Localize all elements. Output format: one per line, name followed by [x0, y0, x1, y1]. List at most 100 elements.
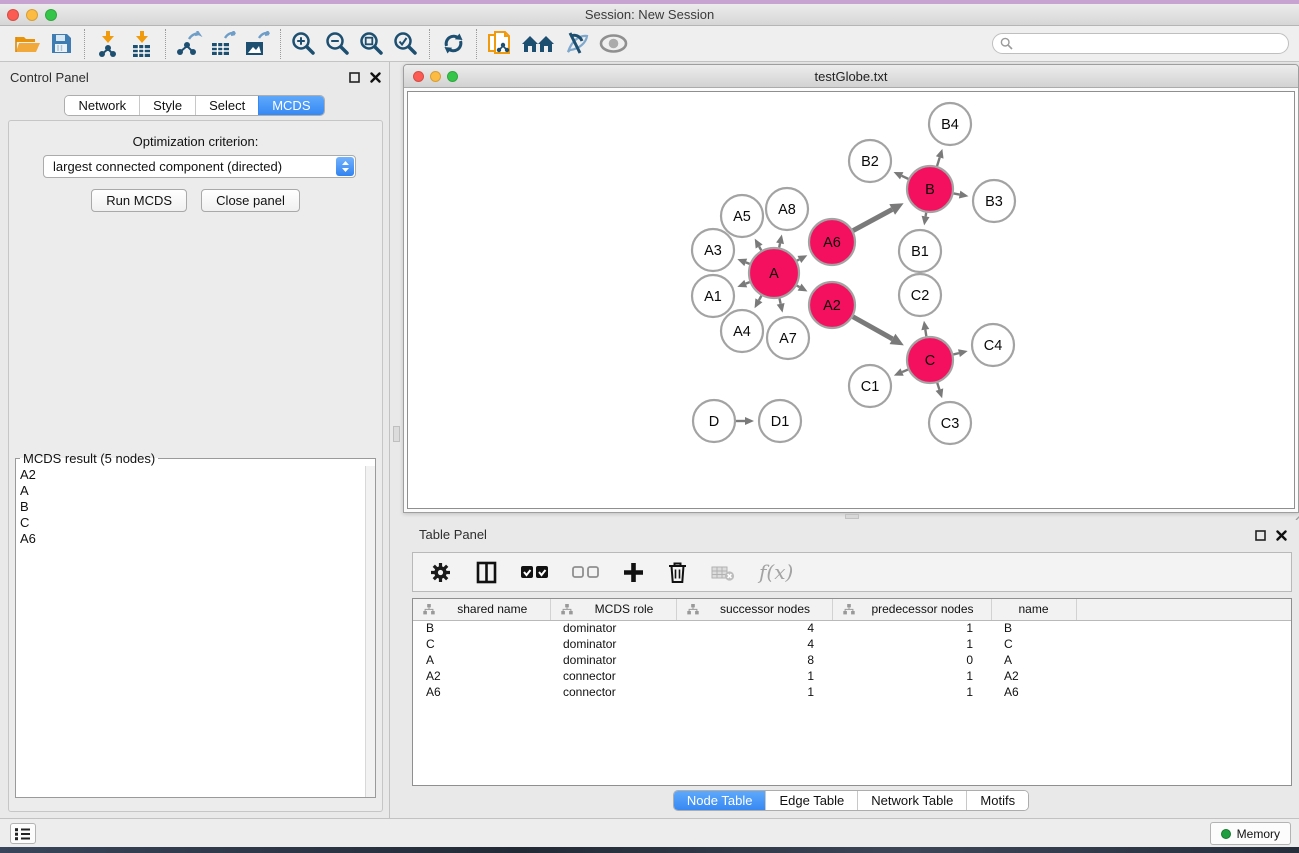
import-network-icon[interactable] — [91, 29, 125, 59]
save-session-icon[interactable] — [44, 29, 78, 59]
delete-column-icon[interactable] — [668, 561, 687, 584]
birdseye-view-icon[interactable] — [593, 29, 633, 59]
add-column-icon[interactable] — [623, 562, 644, 583]
tab-network[interactable]: Network — [65, 96, 139, 115]
table-row[interactable]: Adominator80A — [413, 652, 1291, 668]
graph-edge-B-B4[interactable] — [937, 157, 940, 166]
zoom-selected-icon[interactable] — [389, 29, 423, 59]
graph-edge-C-C2[interactable] — [925, 330, 926, 337]
select-all-icon[interactable] — [521, 566, 548, 579]
graph-edge-C-C3[interactable] — [937, 383, 939, 390]
export-image-icon[interactable] — [240, 29, 274, 59]
tab-edge-table[interactable]: Edge Table — [765, 791, 857, 810]
refresh-layout-icon[interactable] — [436, 29, 470, 59]
table-row[interactable]: Bdominator41B — [413, 620, 1291, 636]
table-cell: 1 — [832, 620, 991, 636]
vertical-splitter-handle[interactable] — [393, 426, 400, 442]
result-list-scrollbar[interactable] — [365, 466, 375, 797]
graph-edge-A-A2[interactable] — [797, 286, 800, 288]
tab-style[interactable]: Style — [139, 96, 195, 115]
graph-edge-arrowhead — [921, 321, 929, 331]
memory-button[interactable]: Memory — [1210, 822, 1291, 845]
graph-edge-B-B3[interactable] — [954, 193, 960, 194]
network-canvas[interactable]: AA1A2A3A4A5A6A7A8BB1B2B3B4CC1C2C3C4DD1 — [407, 91, 1295, 509]
graph-node-label: B — [925, 182, 935, 198]
float-panel-icon[interactable] — [1255, 528, 1266, 546]
table-cell: 4 — [676, 636, 832, 652]
table-cell: A2 — [991, 668, 1076, 684]
export-table-icon[interactable] — [206, 29, 240, 59]
column-header-successor-nodes[interactable]: successor nodes — [676, 599, 832, 620]
home-icon[interactable] — [517, 29, 559, 59]
graph-node-label: A3 — [704, 243, 722, 259]
mcds-result-item[interactable]: A6 — [20, 531, 365, 547]
close-panel-button[interactable]: Close panel — [201, 189, 300, 212]
graph-edge-A2-C[interactable] — [853, 317, 893, 339]
function-builder-icon[interactable]: f(x) — [759, 560, 793, 584]
control-panel: Control Panel NetworkStyleSelectMCDS Opt… — [0, 62, 390, 818]
mcds-result-item[interactable]: C — [20, 515, 365, 531]
hide-annotations-icon[interactable] — [559, 29, 593, 59]
table-row[interactable]: A2connector11A2 — [413, 668, 1291, 684]
table-row[interactable]: A6connector11A6 — [413, 684, 1291, 700]
graph-edge-C-C1[interactable] — [902, 370, 908, 373]
graph-edge-A-A1[interactable] — [746, 282, 750, 283]
network-document-icon[interactable] — [483, 29, 517, 59]
graph-edge-B-B1[interactable] — [926, 213, 927, 217]
mcds-result-item[interactable]: A — [20, 483, 365, 499]
status-list-button[interactable] — [10, 823, 36, 844]
criterion-dropdown[interactable]: largest connected component (directed) — [43, 155, 356, 178]
graph-edge-A-A4[interactable] — [759, 296, 762, 301]
tab-motifs[interactable]: Motifs — [966, 791, 1028, 810]
graph-edge-B-B2[interactable] — [902, 176, 909, 179]
table-cell-filler — [1076, 684, 1291, 700]
graph-edge-arrowhead — [959, 191, 969, 199]
mcds-result-item[interactable]: A2 — [20, 467, 365, 483]
zoom-fit-icon[interactable] — [355, 29, 389, 59]
column-header-shared-name[interactable]: shared name — [413, 599, 550, 620]
column-header-predecessor-nodes[interactable]: predecessor nodes — [832, 599, 991, 620]
horizontal-splitter-handle[interactable] — [845, 514, 859, 519]
graph-edge-A-A7[interactable] — [779, 298, 780, 303]
graph-edge-C-C4[interactable] — [953, 353, 959, 354]
deselect-all-icon[interactable] — [572, 566, 599, 579]
tab-network-table[interactable]: Network Table — [857, 791, 966, 810]
network-window-titlebar[interactable]: testGlobe.txt — [404, 65, 1298, 88]
float-panel-icon[interactable] — [349, 70, 360, 88]
gear-icon[interactable] — [429, 561, 452, 584]
table-cell: 1 — [832, 668, 991, 684]
export-network-icon[interactable] — [172, 29, 206, 59]
search-input[interactable] — [992, 33, 1289, 54]
run-mcds-button[interactable]: Run MCDS — [91, 189, 187, 212]
mcds-result-title: MCDS result (5 nodes) — [20, 451, 158, 466]
column-header-name[interactable]: name — [991, 599, 1076, 620]
table-row[interactable]: Cdominator41C — [413, 636, 1291, 652]
table-toolbar: f(x) — [412, 552, 1292, 592]
graph-node-label: A5 — [733, 209, 751, 225]
graph-node-label: B3 — [985, 194, 1003, 210]
tab-mcds[interactable]: MCDS — [258, 96, 323, 115]
column-selector-icon[interactable] — [476, 561, 497, 584]
tab-node-table[interactable]: Node Table — [674, 791, 766, 810]
table-cell: A — [413, 652, 550, 668]
open-session-icon[interactable] — [10, 29, 44, 59]
close-panel-icon[interactable] — [1276, 528, 1287, 546]
delete-table-icon[interactable] — [711, 564, 735, 581]
table-cell: 1 — [832, 684, 991, 700]
graph-edge-A-A8[interactable] — [779, 243, 780, 247]
graph-edge-A-A6[interactable] — [797, 259, 799, 260]
graph-edge-A6-B[interactable] — [853, 209, 892, 230]
main-titlebar[interactable]: Session: New Session — [0, 4, 1299, 26]
graph-edge-A-A3[interactable] — [746, 262, 750, 263]
mcds-result-item[interactable]: B — [20, 499, 365, 515]
tab-select[interactable]: Select — [195, 96, 258, 115]
mcds-result-list: A2ABCA6 — [16, 466, 365, 797]
graph-edge-A-A5[interactable] — [759, 247, 761, 251]
column-header-mcds-role[interactable]: MCDS role — [550, 599, 676, 620]
import-table-icon[interactable] — [125, 29, 159, 59]
zoom-out-icon[interactable] — [321, 29, 355, 59]
graph-node-label: A7 — [779, 331, 797, 347]
zoom-in-icon[interactable] — [287, 29, 321, 59]
close-panel-icon[interactable] — [370, 70, 381, 88]
table-cell: B — [413, 620, 550, 636]
